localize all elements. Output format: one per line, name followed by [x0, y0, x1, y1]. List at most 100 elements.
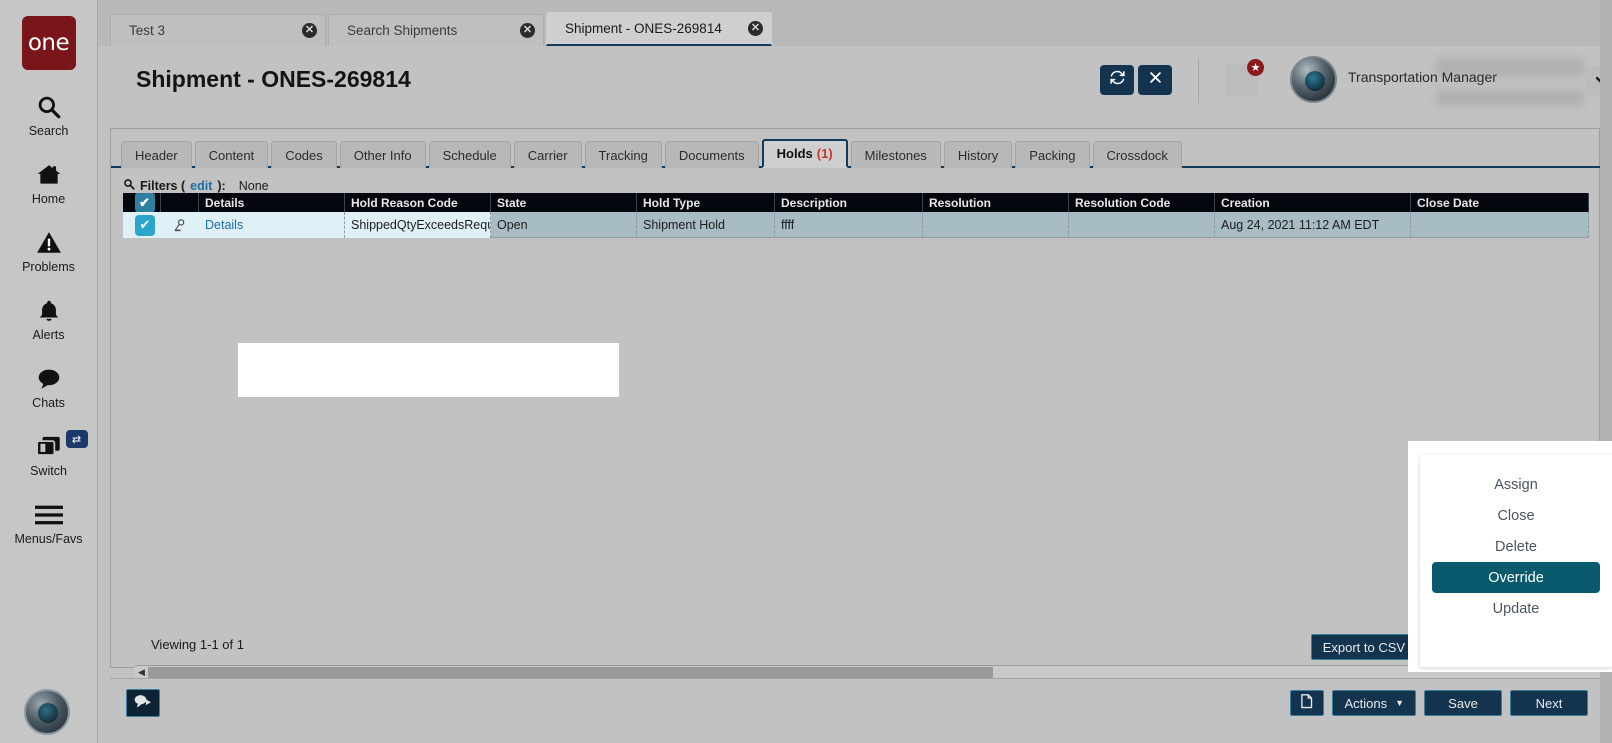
- row-checkbox[interactable]: ✔: [123, 212, 161, 238]
- rail-item-chats[interactable]: Chats: [0, 364, 98, 410]
- filter-bar: Filters (edit): None: [123, 178, 1599, 193]
- chat-send-icon: [133, 693, 153, 714]
- tab-label: Content: [208, 147, 255, 163]
- cell-state: Open: [491, 212, 637, 238]
- rail-item-menus-favs[interactable]: Menus/Favs: [0, 500, 98, 546]
- rail-item-switch[interactable]: ⇄ Switch: [0, 430, 98, 478]
- menu-item-delete[interactable]: Delete: [1432, 531, 1600, 562]
- tab-other-info[interactable]: Other Info: [339, 141, 426, 168]
- table-row[interactable]: ✔ Details ShippedQtyExceedsRequ... Open …: [123, 212, 1589, 238]
- cell-hold-reason-code: ShippedQtyExceedsRequ...: [345, 212, 491, 238]
- bell-icon: [36, 296, 62, 326]
- hold-actions-context-menu: Assign Close Delete Override Update: [1420, 455, 1612, 667]
- grid-col-hold-type[interactable]: Hold Type: [637, 193, 775, 212]
- export-to-csv-button[interactable]: Export to CSV: [1310, 634, 1418, 660]
- menu-item-override[interactable]: Override: [1432, 562, 1600, 593]
- tab-header[interactable]: Header: [121, 141, 192, 168]
- close-x-icon: [1148, 70, 1163, 90]
- app-root: one Search Home Problems Alerts Chats ⇄ …: [0, 0, 1612, 743]
- checkmark-icon: ✔: [135, 214, 155, 236]
- tab-carrier[interactable]: Carrier: [513, 141, 582, 168]
- tab-packing[interactable]: Packing: [1015, 141, 1090, 168]
- copy-document-icon: [1300, 693, 1315, 713]
- grid-col-resolution-code[interactable]: Resolution Code: [1069, 193, 1215, 212]
- avatar[interactable]: [1290, 56, 1337, 103]
- grid-col-close-date[interactable]: Close Date: [1411, 193, 1589, 212]
- tab-label: Milestones: [864, 147, 927, 163]
- button-label: Actions: [1344, 695, 1388, 711]
- chat-button[interactable]: [126, 689, 160, 717]
- grid-col-description[interactable]: Description: [775, 193, 923, 212]
- browser-tab-shipment-ones-269814[interactable]: Shipment - ONES-269814 ✕: [546, 12, 772, 46]
- tab-crossdock[interactable]: Crossdock: [1092, 141, 1182, 168]
- close-circle-icon[interactable]: ✕: [520, 23, 535, 38]
- grid-col-resolution[interactable]: Resolution: [923, 193, 1069, 212]
- cell-description: ffff: [775, 212, 923, 238]
- select-all-checkbox[interactable]: ✔: [123, 193, 161, 212]
- rail-item-alerts[interactable]: Alerts: [0, 296, 98, 342]
- menu-item-update[interactable]: Update: [1432, 593, 1600, 624]
- close-page-button[interactable]: [1138, 65, 1172, 95]
- menu-item-close[interactable]: Close: [1432, 500, 1600, 531]
- grid-overlay-panel: [238, 343, 619, 397]
- grid-header-row: ✔ Details Hold Reason Code State Hold Ty…: [123, 193, 1589, 212]
- one-logo: one: [21, 16, 76, 70]
- menu-item-assign[interactable]: Assign: [1432, 469, 1600, 500]
- checkmark-icon: ✔: [134, 193, 155, 212]
- content-panel: Header Content Codes Other Info Schedule…: [110, 128, 1609, 679]
- refresh-icon: [1109, 69, 1126, 91]
- next-button[interactable]: Next: [1510, 690, 1588, 716]
- chevron-left-icon[interactable]: ◀: [135, 667, 148, 678]
- rail-label: Alerts: [32, 328, 65, 342]
- viewing-count: Viewing 1-1 of 1: [151, 637, 244, 652]
- tab-label: Search Shipments: [347, 23, 458, 38]
- filters-edit-link[interactable]: edit: [190, 179, 212, 193]
- browser-tab-search-shipments[interactable]: Search Shipments ✕: [328, 14, 544, 46]
- close-circle-icon[interactable]: ✕: [748, 21, 763, 36]
- cell-creation: Aug 24, 2021 11:12 AM EDT: [1215, 212, 1411, 238]
- rail-avatar[interactable]: [24, 689, 70, 735]
- copy-button[interactable]: [1290, 690, 1325, 716]
- tab-documents[interactable]: Documents: [664, 141, 759, 168]
- details-link[interactable]: Details: [199, 212, 345, 238]
- grid-col-creation[interactable]: Creation: [1215, 193, 1411, 212]
- scrollbar-thumb[interactable]: [148, 666, 993, 679]
- grid-col-hold-reason-code[interactable]: Hold Reason Code: [345, 193, 491, 212]
- tab-label: Other Info: [353, 147, 412, 163]
- tab-tracking[interactable]: Tracking: [584, 141, 662, 168]
- rail-item-problems[interactable]: Problems: [0, 228, 98, 274]
- tab-history[interactable]: History: [943, 141, 1013, 168]
- left-nav-rail: one Search Home Problems Alerts Chats ⇄ …: [0, 0, 98, 743]
- grid-col-details[interactable]: Details: [199, 193, 345, 212]
- tab-label: Codes: [285, 147, 323, 163]
- browser-tab-test-3[interactable]: Test 3 ✕: [110, 14, 326, 46]
- grid-col-state[interactable]: State: [491, 193, 637, 212]
- tab-label: Tracking: [598, 147, 648, 163]
- hold-stamp-icon[interactable]: [161, 212, 199, 238]
- grid-col-icon: [161, 193, 199, 212]
- close-circle-icon[interactable]: ✕: [302, 23, 317, 38]
- rail-item-home[interactable]: Home: [0, 160, 98, 206]
- tab-holds[interactable]: Holds (1): [761, 139, 848, 168]
- swap-arrows-icon[interactable]: ⇄: [65, 430, 88, 448]
- page-header: Shipment - ONES-269814 ★ Transportation …: [98, 46, 1612, 121]
- star-icon[interactable]: ★: [1246, 58, 1265, 77]
- home-icon: [35, 160, 63, 190]
- rail-label: Home: [31, 192, 66, 206]
- rail-label: Menus/Favs: [14, 532, 83, 546]
- tab-milestones[interactable]: Milestones: [850, 141, 941, 168]
- search-icon: [36, 92, 62, 122]
- page-title: Shipment - ONES-269814: [136, 66, 411, 92]
- filters-value: None: [238, 178, 269, 193]
- section-tabs: Header Content Codes Other Info Schedule…: [111, 139, 1609, 168]
- tab-content[interactable]: Content: [194, 141, 269, 168]
- refresh-button[interactable]: [1100, 65, 1134, 95]
- tab-schedule[interactable]: Schedule: [428, 141, 511, 168]
- tab-codes[interactable]: Codes: [271, 141, 337, 168]
- footer-actions-button[interactable]: Actions ▼: [1332, 690, 1416, 716]
- filters-label-end: ):: [217, 178, 226, 193]
- rail-item-search[interactable]: Search: [0, 92, 98, 138]
- save-button[interactable]: Save: [1424, 690, 1502, 716]
- horizontal-scrollbar[interactable]: ◀: [135, 665, 1601, 679]
- chat-bubble-icon: [35, 364, 63, 394]
